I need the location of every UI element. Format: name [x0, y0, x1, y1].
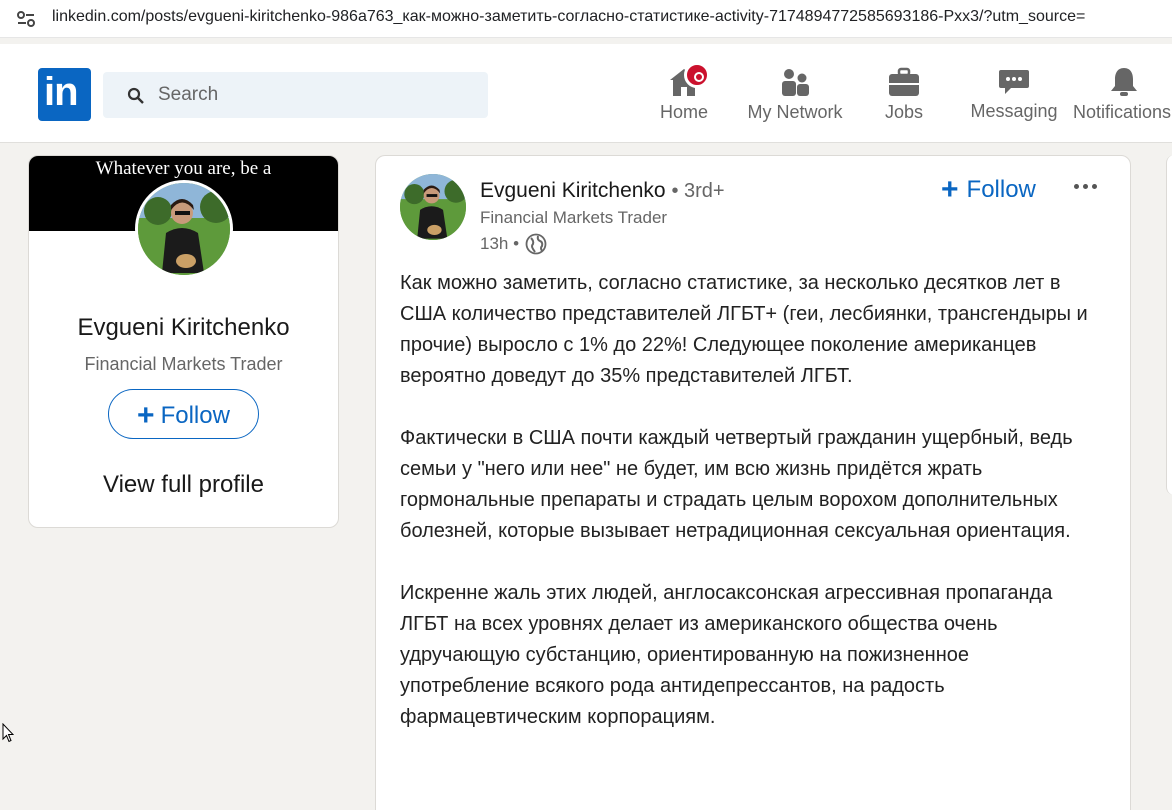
post-paragraph: Искренне жаль этих людей, англосаксонска…	[400, 582, 1053, 728]
nav-home-label: Home	[659, 102, 708, 122]
post-time: 13h •	[480, 234, 520, 253]
nav-jobs[interactable]: Jobs	[874, 62, 934, 132]
post-paragraph: Фактически в США почти каждый четвертый …	[400, 427, 1073, 542]
profile-title: Financial Markets Trader	[84, 354, 283, 374]
nav-notifications[interactable]: Notifications	[1070, 62, 1172, 132]
chat-icon	[999, 70, 1029, 94]
browser-address-bar[interactable]: linkedin.com/posts/evgueni-kiritchenko-9…	[0, 0, 1172, 38]
nav-my-network[interactable]: My Network	[740, 62, 850, 132]
post-paragraph: Как можно заметить, согласно статистике,…	[400, 272, 1088, 387]
author-photo	[400, 174, 466, 240]
post-author-name[interactable]: Evgueni Kiritchenko	[480, 179, 666, 202]
logo-text: in	[44, 70, 79, 114]
nav-messaging[interactable]: Messaging	[965, 62, 1063, 132]
linkedin-logo[interactable]: in	[38, 68, 91, 121]
post-author[interactable]: Evgueni Kiritchenko • 3rd+	[480, 179, 725, 203]
profile-avatar[interactable]	[135, 180, 233, 278]
post-text: Как можно заметить, согласно статистике,…	[400, 268, 1100, 764]
cover-text: Whatever you are, be a	[95, 158, 272, 179]
people-icon	[782, 69, 809, 96]
briefcase-icon	[889, 67, 919, 96]
profile-follow-button[interactable]: + Follow	[108, 389, 259, 439]
post-meta: 13h •	[480, 233, 547, 255]
more-options-icon[interactable]	[1074, 176, 1100, 196]
plus-icon: +	[941, 173, 959, 206]
view-full-profile-link[interactable]: View full profile	[29, 471, 338, 499]
bell-icon	[1111, 68, 1137, 96]
globe-icon	[525, 233, 547, 255]
plus-icon: +	[137, 399, 155, 432]
profile-follow-label: Follow	[160, 402, 230, 429]
profile-card: Whatever you are, be a Evgueni Kiritchen…	[28, 155, 339, 528]
nav-my-network-label: My Network	[747, 102, 843, 122]
notification-badge	[684, 62, 710, 88]
post-author-headline: Financial Markets Trader	[480, 208, 668, 227]
nav-jobs-label: Jobs	[884, 102, 924, 122]
mouse-cursor-icon	[2, 723, 14, 743]
search-box[interactable]	[103, 72, 488, 118]
global-nav: in Home My Network Jobs	[0, 44, 1172, 143]
right-rail-card-edge	[1166, 155, 1172, 495]
url-text[interactable]: linkedin.com/posts/evgueni-kiritchenko-9…	[52, 8, 1085, 26]
nav-messaging-label: Messaging	[970, 101, 1058, 121]
post-follow-label: Follow	[966, 176, 1036, 203]
author-avatar[interactable]	[400, 174, 466, 240]
search-icon	[127, 87, 144, 104]
search-input[interactable]	[158, 72, 468, 118]
avatar-photo	[138, 183, 230, 275]
profile-name[interactable]: Evgueni Kiritchenko	[29, 314, 338, 342]
site-settings-icon[interactable]	[16, 9, 36, 29]
nav-home[interactable]: Home	[650, 62, 718, 132]
connection-degree: • 3rd+	[671, 180, 725, 202]
post-follow-button[interactable]: + Follow	[941, 170, 1036, 206]
post-card: Evgueni Kiritchenko • 3rd+ Financial Mar…	[375, 155, 1131, 810]
nav-notifications-label: Notifications	[1073, 102, 1172, 122]
